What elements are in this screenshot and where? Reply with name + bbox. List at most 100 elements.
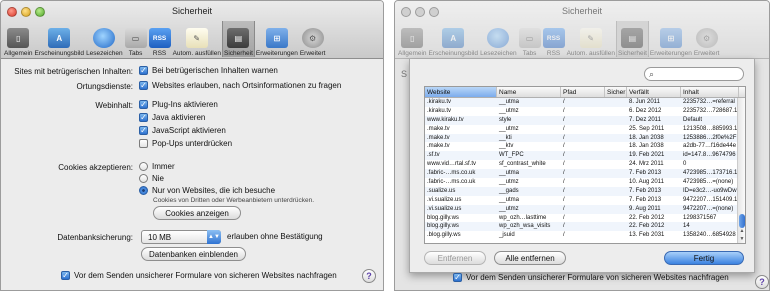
show-cookies-button[interactable]: Cookies anzeigen — [153, 206, 241, 220]
tab-security[interactable]: ▤ Sicherheit — [615, 21, 649, 57]
table-cell: blog.gilly.ws — [427, 214, 459, 221]
location-checkbox[interactable]: ✓ — [139, 81, 148, 90]
tab-advanced[interactable]: ⚙ Erweitert — [693, 21, 721, 57]
table-row[interactable]: .make.tv __kti / 18. Jan 2038 1253886…2f0e%2… — [425, 133, 745, 143]
tab-extensions[interactable]: ⊞ Erweiterungen — [649, 21, 693, 57]
column-name[interactable]: Name — [497, 87, 561, 97]
remove-button[interactable]: Entfernen — [424, 251, 486, 265]
table-row[interactable]: .kiraku.tv __utma / 8. Jun 2011 2235732…=ref… — [425, 98, 745, 107]
fraud-warn-checkbox[interactable]: ✓ — [139, 66, 148, 75]
table-row[interactable]: .fabric-…ms.co.uk __utma / 7. Feb 2013 47239… — [425, 169, 745, 179]
done-button[interactable]: Fertig — [664, 251, 744, 265]
tab-general[interactable]: ▯ Allgemein — [3, 21, 34, 57]
tab-rss[interactable]: RSS RSS — [148, 21, 172, 57]
table-row[interactable]: .make.tv __ktv / 18. Jan 2038 a2db-77…f16de4… — [425, 142, 745, 151]
table-cell: .make.tv — [427, 125, 450, 132]
table-cell: 4723985…173716.1 — [683, 170, 738, 177]
cookies-never-radio[interactable] — [139, 174, 148, 183]
table-cell: wp_ozh…lasttime — [499, 214, 547, 221]
table-cell: 9. Aug 2011 — [629, 205, 661, 212]
window-title: Sicherheit — [171, 6, 213, 16]
cookies-always-radio[interactable] — [139, 162, 148, 171]
table-cell: / — [563, 116, 565, 123]
forms-warn-checkbox[interactable]: ✓ — [61, 271, 70, 280]
tab-bookmarks[interactable]: Lesezeichen — [479, 21, 518, 57]
cookies-never-option[interactable]: Nie — [139, 174, 164, 183]
tab-tabs[interactable]: ▭ Tabs — [124, 21, 148, 57]
scrollbar-thumb[interactable] — [739, 214, 745, 228]
javascript-option[interactable]: ✓ JavaScript aktivieren — [139, 126, 226, 135]
table-row[interactable]: .fabric-…ms.co.uk __utmz / 10. Aug 2011 4723… — [425, 178, 745, 187]
security-icon: ▤ — [621, 28, 644, 48]
show-databases-button[interactable]: Datenbanken einblenden — [141, 247, 246, 261]
tab-tabs[interactable]: ▭ Tabs — [518, 21, 542, 57]
tab-autofill[interactable]: ✎ Autom. ausfüllen — [172, 21, 222, 57]
popups-option[interactable]: Pop-Ups unterdrücken — [139, 139, 232, 148]
javascript-checkbox[interactable]: ✓ — [139, 126, 148, 135]
column-expires[interactable]: Verfällt — [627, 87, 681, 97]
background-pane-text: S — [401, 69, 408, 79]
tab-bookmarks[interactable]: Lesezeichen — [85, 21, 124, 57]
column-website[interactable]: Website — [425, 87, 497, 97]
table-cell: _jsuid — [499, 232, 515, 239]
tab-advanced[interactable]: ⚙ Erweitert — [299, 21, 327, 57]
select-arrows-icon: ▲▼ — [207, 230, 221, 244]
table-header: Website Name Pfad Sicher Verfällt Inhalt — [425, 87, 745, 98]
table-row[interactable]: blog.gilly.ws wp_ozh…lasttime / 22. Feb 201… — [425, 214, 745, 223]
cookies-visited-radio[interactable] — [139, 186, 148, 195]
scroll-up-arrow-icon[interactable]: ▲ — [738, 228, 745, 234]
plugins-checkbox[interactable]: ✓ — [139, 100, 148, 109]
table-row[interactable]: .blog.gilly.ws _jsuid / 13. Feb 2031 1358240… — [425, 231, 745, 240]
column-content[interactable]: Inhalt — [681, 87, 739, 97]
table-cell: 7. Feb 2013 — [629, 187, 662, 194]
table-row[interactable]: .sualize.us __gads / 7. Feb 2013 ID=e3c2…-uo… — [425, 186, 745, 196]
table-row[interactable]: .make.tv __utmz / 25. Sep 2011 1213508…88599… — [425, 125, 745, 134]
remove-all-button[interactable]: Alle entfernen — [494, 251, 566, 265]
tab-autofill[interactable]: ✎ Autom. ausfüllen — [566, 21, 616, 57]
column-path[interactable]: Pfad — [561, 87, 605, 97]
scroll-down-arrow-icon[interactable]: ▼ — [738, 236, 745, 242]
tabs-icon: ▭ — [518, 28, 541, 48]
table-row[interactable]: .kiraku.tv __utmz / 6. Dez 2012 2235732…7286… — [425, 107, 745, 116]
cookies-visited-option[interactable]: Nur von Websites, die ich besuche — [139, 186, 275, 195]
webcontent-label: Webinhalt: — [95, 101, 133, 110]
location-option[interactable]: ✓ Websites erlauben, nach Ortsinformation… — [139, 81, 341, 90]
help-button[interactable]: ? — [755, 275, 769, 289]
table-cell: 13. Feb 2031 — [629, 232, 665, 239]
table-cell: www.vid…rtal.sf.tv — [427, 161, 477, 168]
table-cell: .sualize.us — [427, 187, 456, 194]
tab-extensions[interactable]: ⊞ Erweiterungen — [255, 21, 299, 57]
popups-checkbox[interactable] — [139, 139, 148, 148]
table-cell: .vi.sualize.us — [427, 205, 462, 212]
table-row[interactable]: blog.gilly.ws wp_ozh_wsa_visits / 22. Feb 2… — [425, 222, 745, 232]
table-cell: 0 — [683, 161, 687, 168]
table-cell: __utmz — [499, 107, 519, 114]
forms-warn-option[interactable]: ✓ Vor dem Senden unsicherer Formulare von… — [453, 273, 729, 282]
database-size-select[interactable]: 10 MB ▲▼ — [141, 230, 221, 244]
tab-rss[interactable]: RSS RSS — [542, 21, 566, 57]
plugins-option[interactable]: ✓ Plug-Ins aktivieren — [139, 100, 218, 109]
java-checkbox[interactable]: ✓ — [139, 113, 148, 122]
tab-appearance[interactable]: A Erscheinungsbild — [428, 21, 480, 57]
table-row[interactable]: .vi.sualize.us __utmz / 9. Aug 2011 9472207…… — [425, 204, 745, 214]
table-row[interactable]: www.vid…rtal.sf.tv sf_contrast_white / 24. … — [425, 160, 745, 169]
table-cell: style — [499, 116, 512, 123]
java-option[interactable]: ✓ Java aktivieren — [139, 113, 205, 122]
cookies-always-option[interactable]: Immer — [139, 162, 175, 171]
window-toolbar: Sicherheit ▯ Allgemein A Erscheinungsbild … — [395, 1, 769, 59]
tab-security[interactable]: ▤ Sicherheit — [221, 21, 255, 57]
column-secure[interactable]: Sicher — [605, 87, 627, 97]
table-row[interactable]: .sf.tv WT_FPC / 19. Feb 2021 id=147.8…967479… — [425, 151, 745, 161]
forms-warn-option[interactable]: ✓ Vor dem Senden unsicherer Formulare von… — [61, 271, 337, 280]
table-cell: .blog.gilly.ws — [427, 232, 461, 239]
table-cell — [605, 205, 627, 214]
forms-warn-checkbox[interactable]: ✓ — [453, 273, 462, 282]
table-scrollbar[interactable]: ▲ ▼ — [737, 98, 745, 243]
fraud-warn-option[interactable]: ✓ Bei betrügerischen Inhalten warnen — [139, 66, 278, 75]
cookie-search-field[interactable]: ⌕ — [644, 67, 744, 81]
table-row[interactable]: www.kiraku.tv style / 7. Dez 2011 Default — [425, 115, 745, 125]
help-button[interactable]: ? — [362, 269, 376, 283]
tab-general[interactable]: ▯ Allgemein — [397, 21, 428, 57]
tab-appearance[interactable]: A Erscheinungsbild — [34, 21, 86, 57]
table-row[interactable]: .vi.sualize.us __utma / 7. Feb 2013 9472207…… — [425, 196, 745, 205]
